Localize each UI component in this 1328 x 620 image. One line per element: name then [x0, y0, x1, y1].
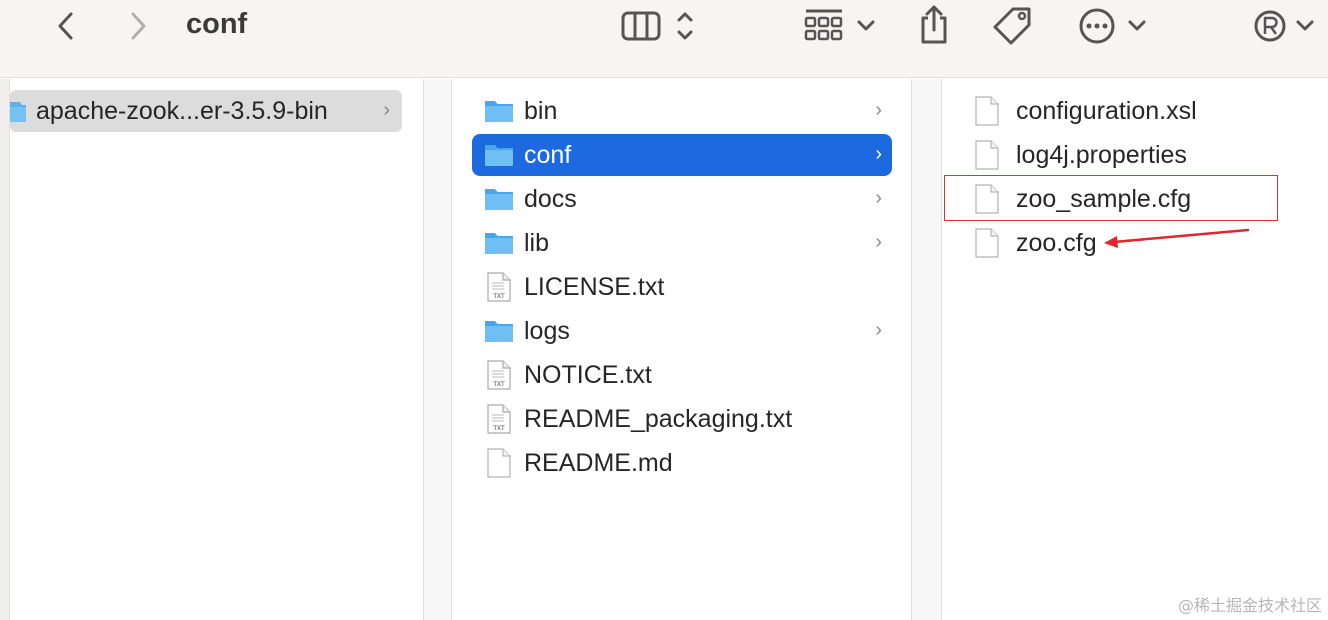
list-item-label: docs	[524, 184, 577, 213]
list-item-label: conf	[524, 140, 572, 169]
text-file-icon: TXT	[484, 360, 514, 390]
column-conf: configuration.xsl log4j.properties zoo_sam…	[942, 79, 1328, 620]
chevron-right-icon: ›	[875, 187, 882, 209]
view-columns-button[interactable]	[618, 8, 706, 44]
list-item-label: README.md	[524, 448, 673, 477]
toolbar: conf	[0, 0, 1328, 78]
folder-icon	[484, 184, 514, 214]
file-row[interactable]: TXT README_packaging.txt	[472, 398, 892, 440]
document-icon	[484, 448, 514, 478]
columns-view-icon	[621, 11, 693, 41]
list-item-label: bin	[524, 96, 558, 125]
file-row[interactable]: log4j.properties	[972, 134, 1312, 176]
list-item-label: apache-zook...er-3.5.9-bin	[36, 96, 328, 125]
list-item-label: lib	[524, 228, 550, 257]
column-divider	[912, 79, 942, 620]
folder-row[interactable]: lib ›	[472, 222, 892, 264]
chevron-right-icon: ›	[875, 143, 882, 165]
chevron-right-icon: ›	[875, 231, 882, 253]
folder-icon	[484, 316, 514, 346]
grid-group-icon	[804, 9, 875, 41]
tags-button[interactable]	[990, 4, 1036, 48]
chevron-left-icon	[58, 12, 73, 40]
file-row[interactable]: TXT NOTICE.txt	[472, 354, 892, 396]
column-divider	[424, 79, 452, 620]
list-item-label: NOTICE.txt	[524, 360, 652, 389]
list-item[interactable]: apache-zook...er-3.5.9-bin ›	[10, 90, 402, 132]
svg-text:TXT: TXT	[492, 425, 505, 432]
list-item-label: configuration.xsl	[1016, 96, 1197, 125]
chevron-right-icon: ›	[875, 319, 882, 341]
ellipsis-circle-icon	[1079, 8, 1146, 44]
share-button[interactable]	[914, 4, 954, 46]
chevron-right-icon: ›	[383, 99, 390, 121]
column-parent: apache-zook...er-3.5.9-bin ›	[10, 79, 424, 620]
group-button[interactable]	[800, 6, 880, 46]
more-actions-button[interactable]	[1076, 6, 1152, 46]
list-item-label: LICENSE.txt	[524, 272, 665, 301]
folder-row[interactable]: conf ›	[472, 134, 892, 176]
text-file-icon: TXT	[484, 404, 514, 434]
document-icon	[972, 140, 1002, 170]
file-row[interactable]: TXT LICENSE.txt	[472, 266, 892, 308]
chevron-right-icon: ›	[875, 99, 882, 121]
watermark: @稀土掘金技术社区	[1177, 596, 1322, 615]
forward-button[interactable]	[122, 8, 154, 44]
folder-row[interactable]: bin ›	[472, 90, 892, 132]
list-item-label: zoo.cfg	[1016, 228, 1097, 257]
window-title: conf	[186, 8, 248, 40]
file-row[interactable]: configuration.xsl	[972, 90, 1312, 132]
chevron-right-icon	[131, 12, 146, 40]
share-icon	[921, 5, 947, 44]
file-row[interactable]: README.md	[472, 442, 892, 484]
folder-icon	[484, 96, 514, 126]
annotation-highlight-box	[944, 175, 1278, 221]
annotation-arrow-icon	[1104, 228, 1250, 248]
folder-icon	[484, 140, 514, 170]
document-icon	[972, 228, 1002, 258]
extension-button[interactable]	[1250, 6, 1320, 46]
folder-row[interactable]: logs ›	[472, 310, 892, 352]
column-conf-parent: bin › conf › docs › lib › TXT LICENSE.txt logs › TXT…	[452, 79, 912, 620]
back-button[interactable]	[50, 8, 82, 44]
text-file-icon: TXT	[484, 272, 514, 302]
list-item-label: logs	[524, 316, 570, 345]
registered-icon	[1254, 10, 1314, 42]
list-item-label: log4j.properties	[1016, 140, 1187, 169]
svg-text:TXT: TXT	[492, 293, 505, 300]
folder-icon	[10, 96, 26, 126]
svg-text:TXT: TXT	[492, 381, 505, 388]
tag-icon	[993, 7, 1031, 45]
list-item-label: README_packaging.txt	[524, 404, 793, 433]
previous-column-edge	[0, 79, 10, 620]
document-icon	[972, 96, 1002, 126]
folder-icon	[484, 228, 514, 258]
folder-row[interactable]: docs ›	[472, 178, 892, 220]
